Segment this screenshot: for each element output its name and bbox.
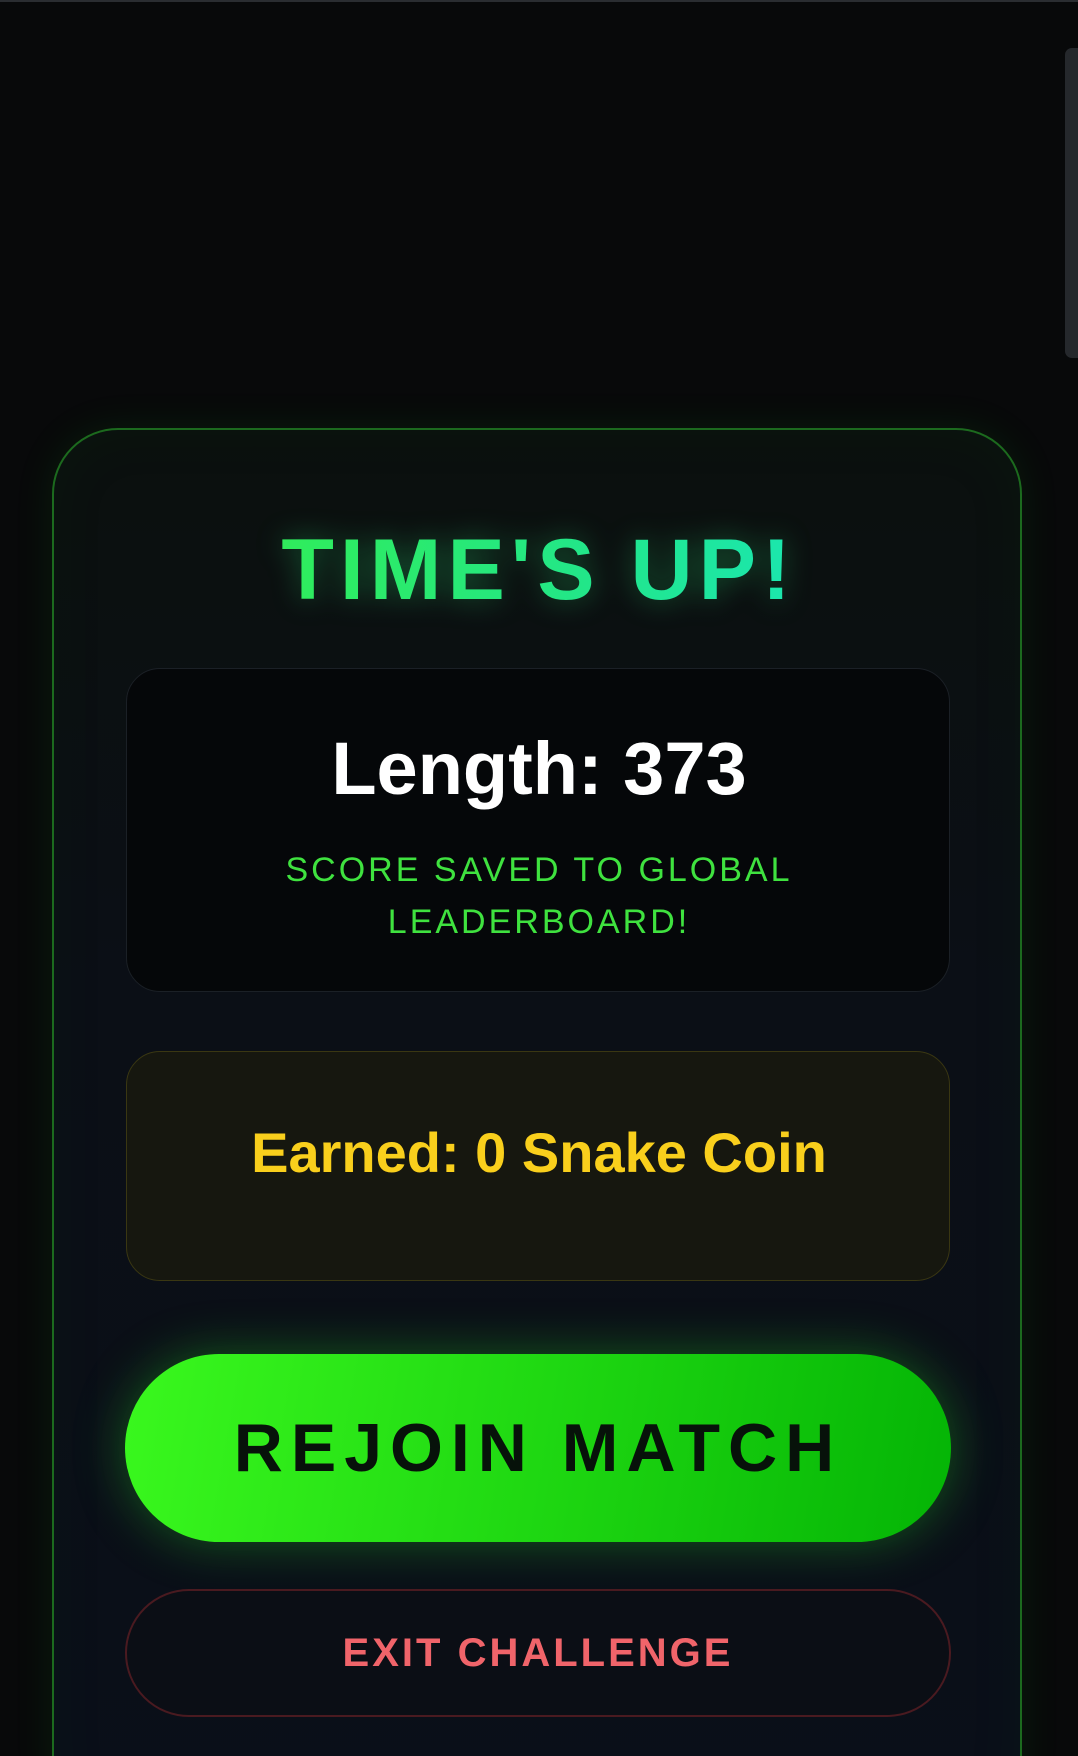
coins-earned-text: Earned: 0 Snake Coin	[251, 1121, 827, 1184]
rejoin-match-label: REJOIN MATCH	[233, 1410, 843, 1486]
exit-challenge-button[interactable]: EXIT CHALLENGE	[125, 1589, 951, 1717]
exit-challenge-label: EXIT CHALLENGE	[342, 1631, 734, 1675]
top-divider	[0, 0, 1078, 2]
scrollbar[interactable]	[1065, 48, 1078, 358]
game-over-screen: TIME'S UP! Length: 373 SCORE SAVED TO GL…	[0, 0, 1078, 1756]
game-over-title: TIME'S UP!	[0, 520, 1078, 620]
length-score: Length: 373	[331, 727, 747, 810]
leaderboard-saved-message: SCORE SAVED TO GLOBAL	[285, 851, 793, 889]
leaderboard-saved-message-line2: LEADERBOARD!	[387, 903, 691, 941]
rejoin-match-button[interactable]: REJOIN MATCH	[125, 1354, 951, 1542]
